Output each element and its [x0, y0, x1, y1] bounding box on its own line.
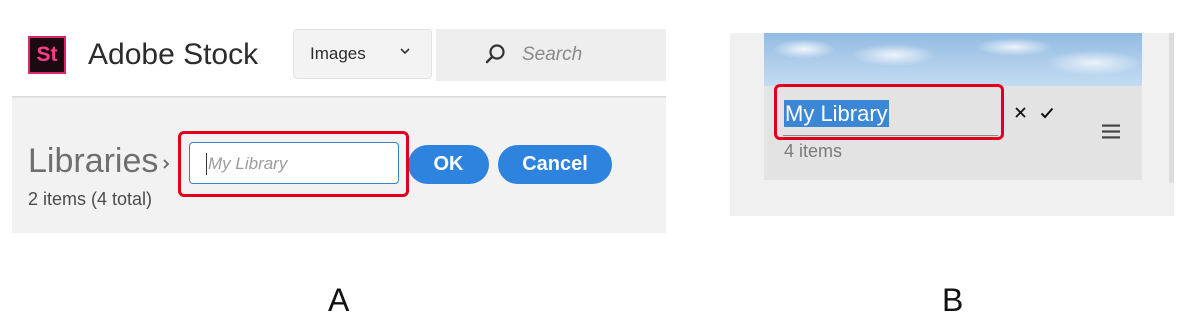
hamburger-menu-icon[interactable]	[1102, 124, 1120, 139]
asset-type-select[interactable]: Images	[293, 29, 432, 79]
libraries-breadcrumb[interactable]: Libraries	[28, 141, 158, 181]
chevron-down-icon	[400, 48, 410, 55]
adobe-stock-logo[interactable]: St	[28, 36, 66, 74]
app-name: Adobe Stock	[88, 38, 259, 71]
chevron-right-icon	[163, 159, 170, 169]
caption-b: B	[942, 282, 964, 318]
scroll-edge	[1169, 33, 1174, 183]
search-icon	[485, 44, 505, 64]
library-item-count-b: 4 items	[784, 141, 843, 161]
cancel-button[interactable]: Cancel	[498, 145, 612, 184]
close-icon[interactable]	[1014, 106, 1027, 119]
asset-type-select-value: Images	[310, 44, 366, 63]
search-input[interactable]: Search	[436, 29, 666, 81]
ok-button[interactable]: OK	[408, 145, 489, 184]
highlight-box-a	[178, 131, 409, 197]
search-placeholder: Search	[522, 44, 583, 65]
caption-a: A	[328, 282, 350, 318]
highlight-box-b	[774, 84, 1004, 140]
library-item-count: 2 items (4 total)	[28, 189, 153, 209]
library-thumbnail	[764, 33, 1142, 86]
checkmark-icon[interactable]	[1040, 107, 1054, 119]
